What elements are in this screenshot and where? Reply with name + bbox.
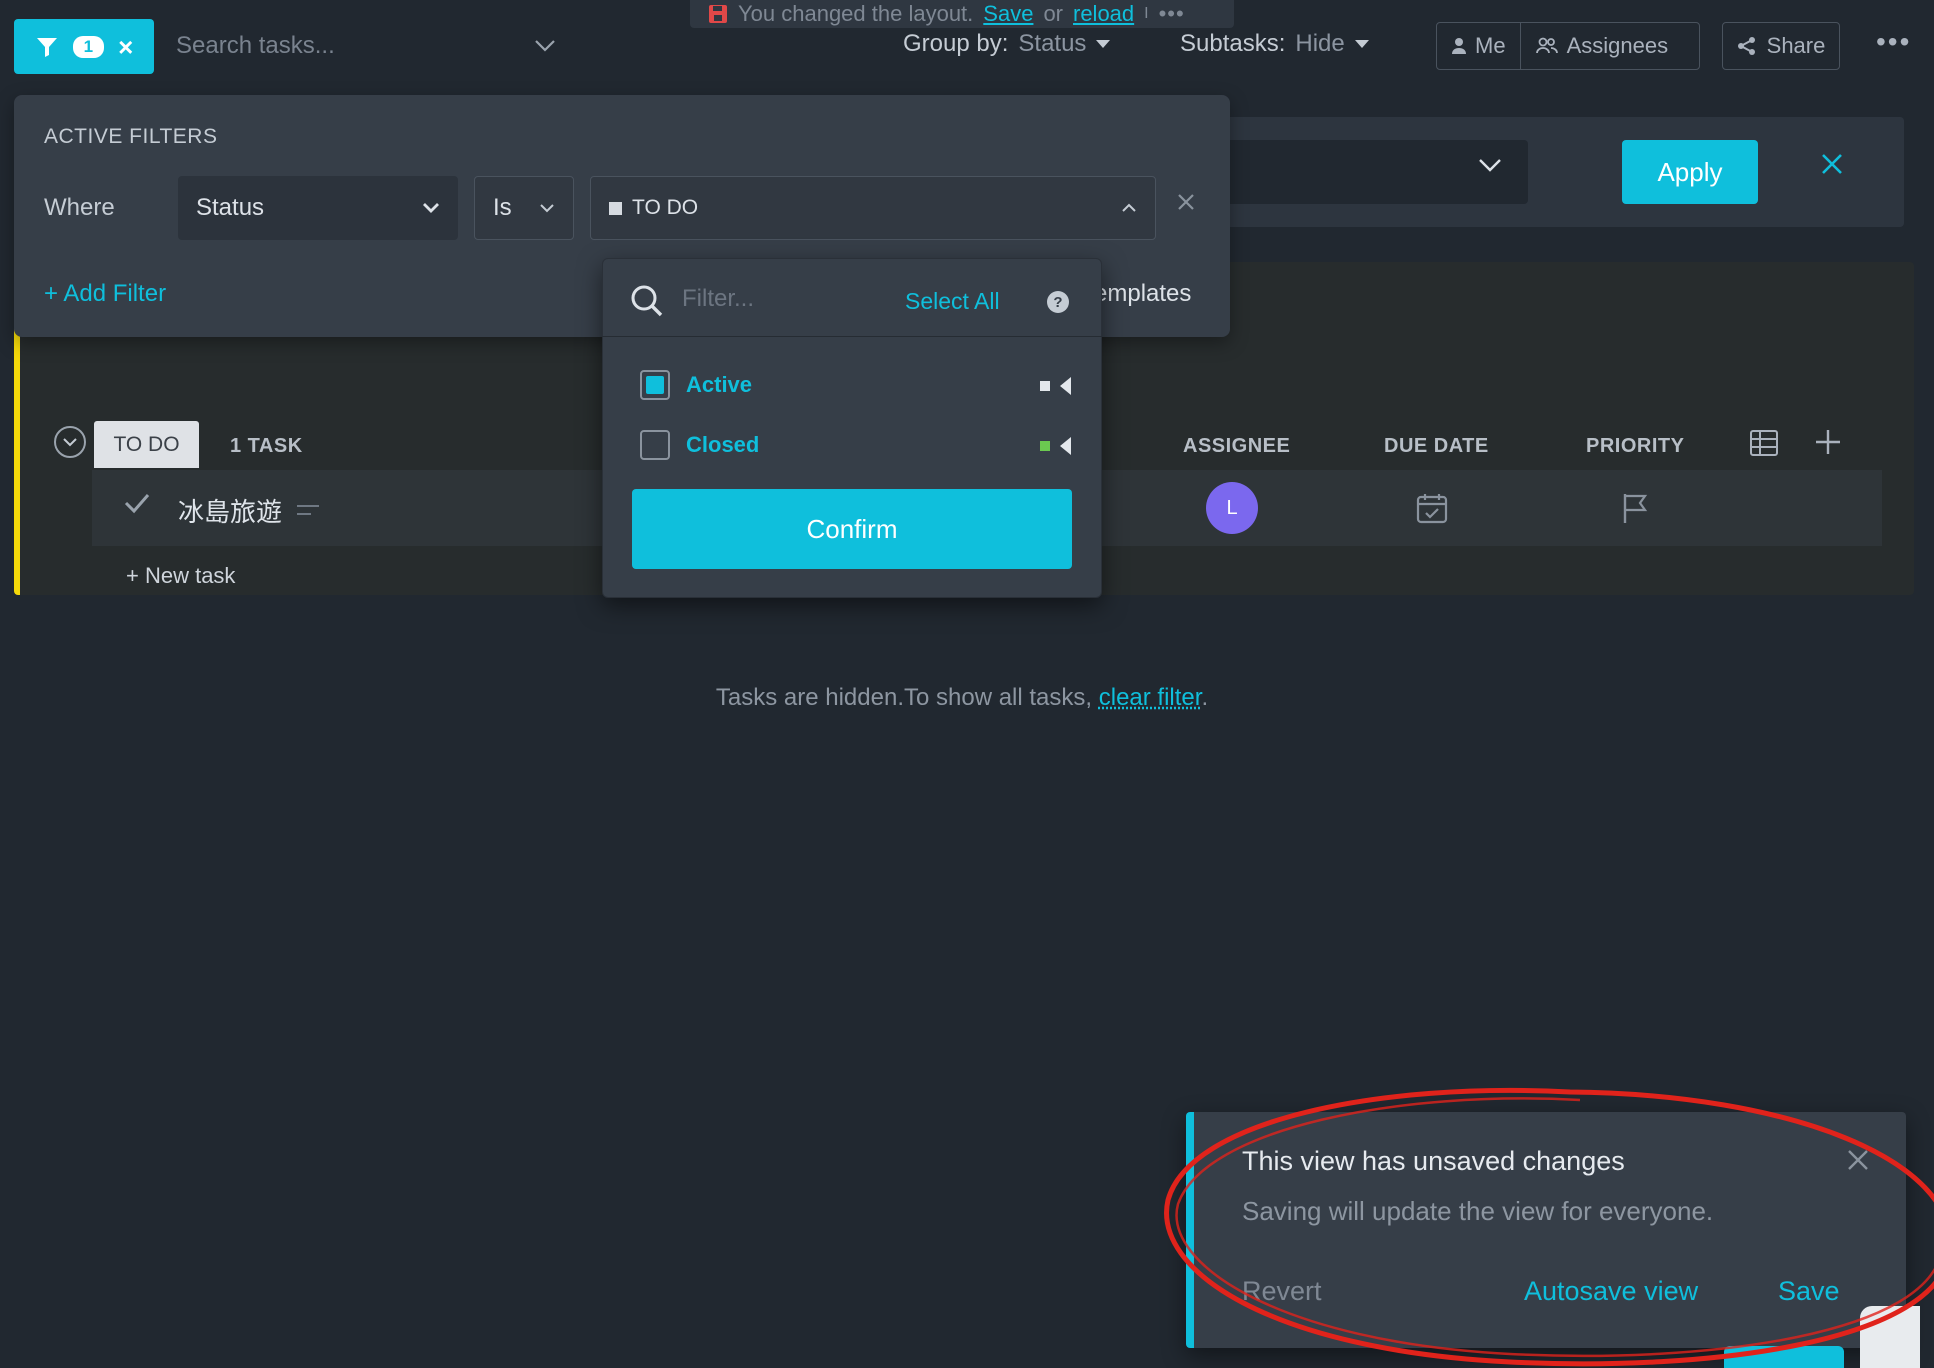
select-all-button[interactable]: Select All <box>905 288 1000 315</box>
toast-subtitle: Saving will update the view for everyone… <box>1242 1196 1714 1226</box>
me-label: Me <box>1475 33 1506 58</box>
save-disk-icon <box>709 5 727 23</box>
filter-select-dropdown[interactable] <box>1180 140 1528 204</box>
caret-down-icon <box>1354 40 1369 48</box>
toast-title: This view has unsaved changes <box>1242 1146 1625 1176</box>
chevron-up-icon <box>1122 203 1136 212</box>
tasks-hidden-end: . <box>1201 684 1209 711</box>
templates-button[interactable]: emplates <box>1094 280 1191 308</box>
chevron-down-icon <box>423 203 439 213</box>
caret-left-icon <box>1060 377 1071 395</box>
banner-text: You changed the layout. <box>738 1 974 26</box>
column-header-assignee[interactable]: ASSIGNEE <box>1183 435 1290 458</box>
task-count: 1 TASK <box>230 435 303 457</box>
partial-button[interactable] <box>1724 1346 1844 1368</box>
search-placeholder: Search tasks... <box>176 32 335 59</box>
checkmark-icon[interactable] <box>124 492 150 514</box>
where-label: Where <box>44 194 115 221</box>
subtasks-label: Subtasks: <box>1180 30 1286 57</box>
avatar[interactable]: L <box>1206 482 1258 534</box>
calendar-icon[interactable] <box>1416 492 1448 524</box>
collapse-group-icon[interactable] <box>54 426 86 458</box>
banner-or: or <box>1043 1 1063 26</box>
caret-left-icon <box>1060 437 1071 455</box>
search-icon <box>631 285 663 317</box>
filter-button[interactable]: 1 × <box>14 19 154 74</box>
filter-status-value: TO DO <box>632 196 699 219</box>
status-option-label: Active <box>686 372 753 397</box>
group-by-label: Group by: <box>903 30 1009 57</box>
tasks-hidden-text: Tasks are hidden.To show all tasks, <box>715 684 1099 711</box>
layout-changed-banner: You changed the layout. Save or reload I… <box>690 0 1234 28</box>
divider <box>602 336 1102 337</box>
status-color-square <box>1040 381 1050 391</box>
clear-filter-link[interactable]: clear filter <box>1099 684 1202 711</box>
group-by-value: Status <box>1018 30 1087 57</box>
share-button[interactable]: Share <box>1722 22 1840 70</box>
share-icon <box>1737 37 1755 55</box>
filter-status-select[interactable]: TO DO <box>590 176 1156 240</box>
subtasks-control[interactable]: Subtasks: Hide <box>1180 30 1369 58</box>
banner-save-link[interactable]: Save <box>983 1 1033 27</box>
table-settings-icon[interactable] <box>1750 430 1778 456</box>
autosave-view-button[interactable]: Autosave view <box>1524 1276 1698 1307</box>
filter-operator-value: Is <box>493 194 512 221</box>
flag-icon[interactable] <box>1622 492 1648 524</box>
column-header-due-date[interactable]: DUE DATE <box>1384 435 1489 458</box>
add-filter-button[interactable]: + Add Filter <box>44 280 166 308</box>
filter-field-select[interactable]: Status <box>178 176 458 240</box>
save-button[interactable]: Save <box>1778 1276 1840 1307</box>
me-button[interactable]: Me <box>1437 23 1520 69</box>
assignees-label: Assignees <box>1566 33 1669 58</box>
status-pill-todo[interactable]: TO DO <box>94 421 199 468</box>
tasks-hidden-message: Tasks are hidden.To show all tasks, clea… <box>0 684 1924 712</box>
share-label: Share <box>1766 33 1826 58</box>
chevron-down-icon[interactable] <box>534 39 556 53</box>
svg-text:?: ? <box>1053 294 1062 311</box>
subtasks-value: Hide <box>1295 30 1345 57</box>
status-color-square <box>609 201 622 215</box>
assignees-button[interactable]: Assignees <box>1519 23 1683 69</box>
status-option-active-marker <box>1040 377 1071 395</box>
people-icon <box>1535 37 1558 54</box>
remove-filter-icon[interactable] <box>1176 192 1196 212</box>
status-color-square <box>1040 441 1050 451</box>
closed-checkbox[interactable] <box>640 430 670 460</box>
filter-field-value: Status <box>196 194 265 221</box>
partial-widget[interactable] <box>1860 1306 1920 1368</box>
new-task-button[interactable]: + New task <box>126 563 235 589</box>
filter-operator-select[interactable]: Is <box>474 176 574 240</box>
close-icon[interactable] <box>1846 1148 1870 1172</box>
column-header-priority[interactable]: PRIORITY <box>1586 435 1684 458</box>
banner-reload-link[interactable]: reload <box>1073 1 1134 27</box>
status-option-active[interactable]: Active <box>640 370 752 400</box>
description-icon <box>297 505 319 515</box>
confirm-button[interactable]: Confirm <box>632 489 1072 569</box>
revert-button[interactable]: Revert <box>1242 1276 1322 1307</box>
close-icon[interactable] <box>1820 152 1844 176</box>
group-by-control[interactable]: Group by: Status <box>903 30 1111 58</box>
search-tasks-input[interactable]: Search tasks... <box>176 30 556 62</box>
person-icon <box>1452 38 1466 54</box>
more-options-icon[interactable]: ••• <box>1876 26 1911 58</box>
active-filters-title: ACTIVE FILTERS <box>44 125 218 148</box>
status-filter-input[interactable] <box>682 285 872 313</box>
help-icon[interactable]: ? <box>1046 290 1070 314</box>
active-checkbox[interactable] <box>640 370 670 400</box>
apply-button[interactable]: Apply <box>1622 140 1758 204</box>
add-column-icon[interactable] <box>1814 428 1842 456</box>
status-option-label: Closed <box>686 432 760 457</box>
assignee-toggle-group: Me Assignees <box>1436 22 1700 70</box>
banner-separator: I <box>1144 5 1149 22</box>
funnel-icon <box>36 37 57 57</box>
task-name[interactable]: 冰島旅遊 <box>178 492 282 529</box>
filter-count-badge: 1 <box>72 35 105 58</box>
clear-filter-icon[interactable]: × <box>118 34 133 60</box>
caret-down-icon <box>1096 40 1111 48</box>
status-option-closed[interactable]: Closed <box>640 430 759 460</box>
banner-more-icon[interactable]: ••• <box>1159 1 1185 27</box>
chevron-down-icon <box>1479 159 1501 172</box>
status-option-closed-marker <box>1040 437 1071 455</box>
chevron-down-icon <box>540 204 554 213</box>
